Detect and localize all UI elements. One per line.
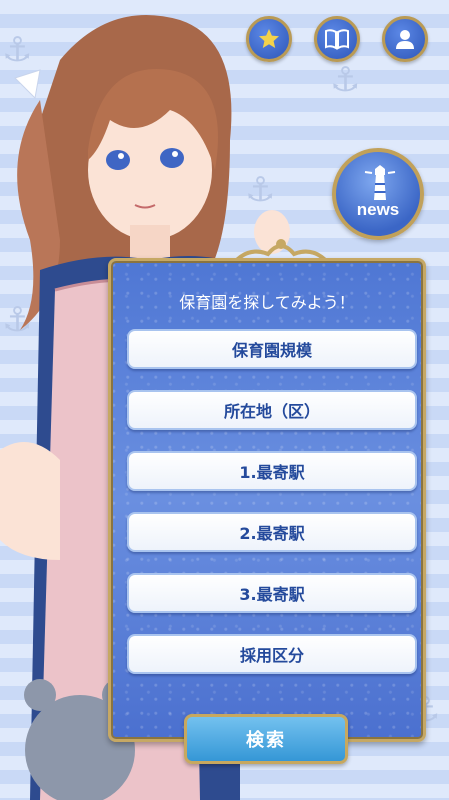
option-nearest-station-3-button[interactable]: 3.最寄駅 — [127, 573, 417, 613]
guide-button[interactable] — [314, 16, 360, 62]
book-icon — [325, 29, 349, 50]
anchor-decoration: ⚓ — [330, 60, 361, 100]
panel-title: 保育園を探してみよう！ — [179, 293, 355, 312]
star-icon — [259, 29, 279, 48]
user-icon — [396, 30, 414, 49]
option-nursery-size-button[interactable]: 保育園規模 — [127, 329, 417, 369]
search-button[interactable]: 検索 — [184, 714, 348, 764]
profile-button[interactable] — [382, 16, 428, 62]
option-location-button[interactable]: 所在地（区） — [127, 390, 417, 430]
option-nearest-station-1-button[interactable]: 1.最寄駅 — [127, 451, 417, 491]
lighthouse-icon — [364, 165, 396, 200]
favorites-button[interactable] — [246, 16, 292, 62]
news-button[interactable]: news — [332, 148, 424, 240]
search-panel: 保育園を探してみよう！ 保育園規模 所在地（区） 1.最寄駅 2.最寄駅 3.最… — [108, 258, 426, 742]
option-employment-type-button[interactable]: 採用区分 — [127, 634, 417, 674]
option-nearest-station-2-button[interactable]: 2.最寄駅 — [127, 512, 417, 552]
